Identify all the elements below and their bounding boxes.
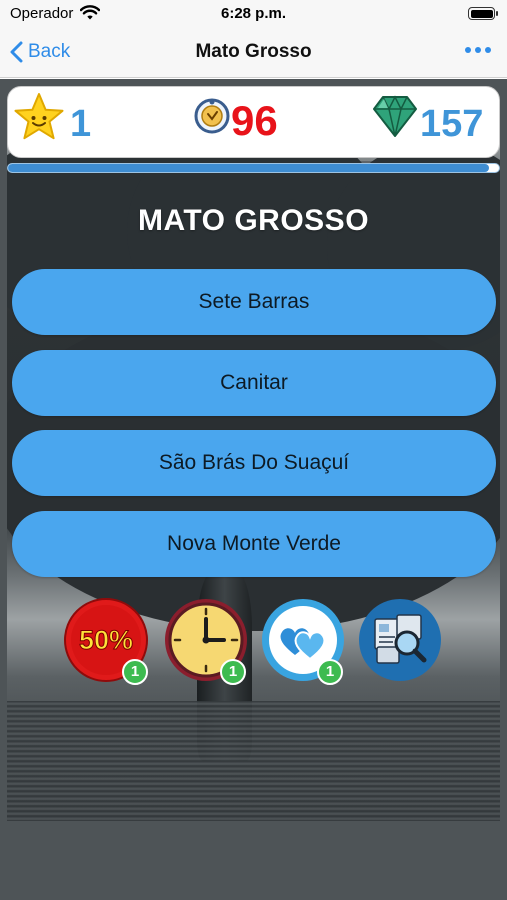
- status-time: 6:28 p.m.: [220, 5, 287, 22]
- fifty-percent-label: 50%: [79, 625, 133, 655]
- fifty-fifty-count-badge: 1: [122, 659, 148, 685]
- more-icon-dot: [485, 47, 491, 53]
- more-icon-dot: [475, 47, 481, 53]
- page-title: Mato Grosso: [195, 41, 312, 62]
- progress-bar: [7, 163, 500, 173]
- question-title: MATO GROSSO: [137, 204, 370, 237]
- hint-button[interactable]: [357, 597, 443, 683]
- gems-count: 157: [420, 103, 484, 145]
- battery-icon: [468, 7, 498, 20]
- answer-button-1[interactable]: Sete Barras: [12, 269, 496, 335]
- lives-icon: [193, 97, 231, 140]
- answer-button-4[interactable]: Nova Monte Verde: [12, 511, 496, 577]
- status-bar: Operador 6:28 p.m.: [0, 0, 507, 28]
- extra-life-count-badge: 1: [317, 659, 343, 685]
- lives-count: 96: [231, 97, 278, 144]
- answer-button-2[interactable]: Canitar: [12, 350, 496, 416]
- time-count-badge: 1: [220, 659, 246, 685]
- answer-button-3[interactable]: São Brás Do Suaçuí: [12, 430, 496, 496]
- star-icon: [12, 91, 66, 150]
- navigation-bar: Back Mato Grosso: [0, 28, 507, 78]
- progress-fill: [8, 164, 490, 172]
- more-button[interactable]: [465, 43, 491, 57]
- search-hint-icon: [359, 599, 441, 681]
- gem-icon: [372, 94, 418, 143]
- more-icon-dot: [465, 47, 471, 53]
- stars-count: 1: [70, 103, 92, 145]
